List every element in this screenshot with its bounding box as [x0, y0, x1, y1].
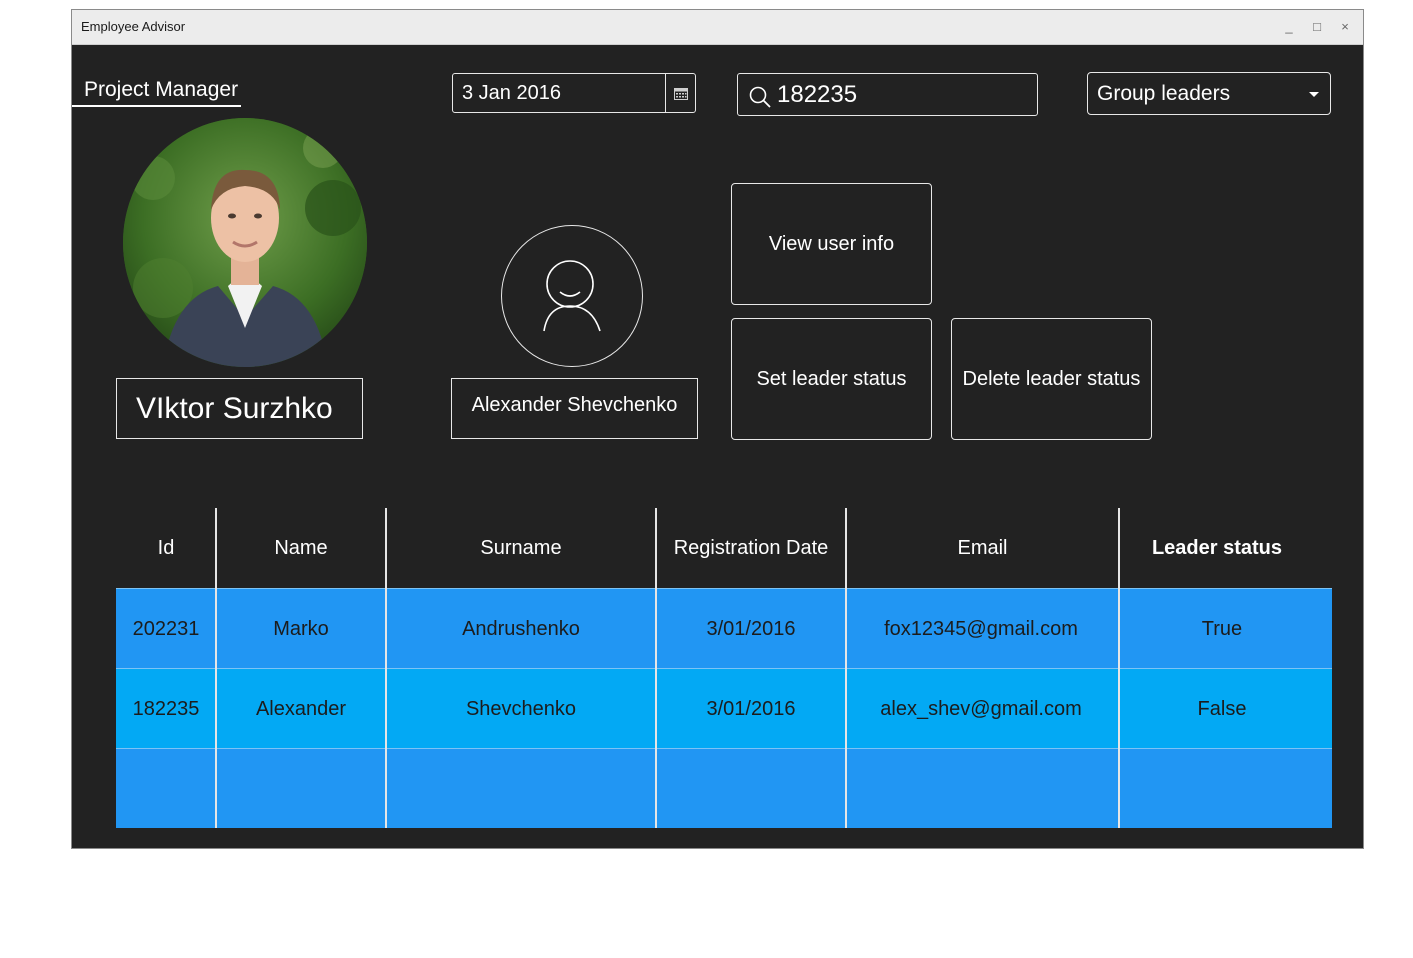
maximize-icon[interactable]: □ — [1308, 18, 1326, 36]
title-bar: Employee Advisor _ □ × — [72, 10, 1363, 45]
cell-name — [216, 749, 386, 829]
cell-leader-status: True — [1201, 617, 1243, 640]
column-divider — [1118, 508, 1120, 828]
column-divider — [215, 508, 217, 828]
cell-registration-date: 3/01/2016 — [706, 617, 796, 640]
column-divider — [845, 508, 847, 828]
group-select[interactable]: Group leaders — [1087, 72, 1331, 115]
cell-leader-status — [1119, 749, 1325, 829]
app-window: Employee Advisor _ □ × Project Manager 3… — [71, 9, 1364, 849]
cell-surname: Andrushenko — [462, 617, 580, 640]
role-label: Project Manager — [72, 75, 241, 107]
view-user-info-button[interactable]: View user info — [731, 183, 932, 305]
minimize-icon[interactable]: _ — [1280, 18, 1298, 36]
table-header: Id Name Surname Registration Date Email … — [116, 508, 1332, 588]
cell-name: Marko — [273, 617, 329, 640]
table-row[interactable]: 202231 Marko Andrushenko 3/01/2016 fox12… — [116, 588, 1332, 668]
window-title: Employee Advisor — [81, 19, 186, 34]
cell-id — [116, 749, 216, 829]
cell-email: fox12345@gmail.com — [884, 617, 1078, 640]
date-picker[interactable]: 3 Jan 2016 — [452, 73, 696, 113]
column-header-leader-status[interactable]: Leader status — [1119, 508, 1315, 588]
column-header-surname[interactable]: Surname — [386, 508, 656, 588]
group-select-value[interactable]: Group leaders — [1097, 73, 1230, 114]
cell-surname — [386, 749, 656, 829]
cell-surname: Shevchenko — [465, 697, 577, 720]
cell-registration-date — [656, 749, 846, 829]
close-icon[interactable]: × — [1336, 18, 1354, 36]
profile-name: VIktor Surzhko — [116, 378, 363, 439]
chevron-down-icon[interactable] — [1309, 92, 1319, 97]
cell-email — [846, 749, 1116, 829]
employee-table: Id Name Surname Registration Date Email … — [116, 508, 1332, 828]
table-row-selected[interactable]: 182235 Alexander Shevchenko 3/01/2016 al… — [116, 668, 1332, 748]
cell-email: alex_shev@gmail.com — [880, 697, 1082, 720]
user-avatar-icon — [501, 225, 643, 367]
search-icon — [749, 86, 771, 108]
cell-id: 202231 — [132, 617, 200, 640]
cell-name: Alexander — [255, 697, 347, 720]
set-leader-status-button[interactable]: Set leader status — [731, 318, 932, 440]
column-header-name[interactable]: Name — [216, 508, 386, 588]
cell-id: 182235 — [132, 697, 200, 720]
column-header-registration-date[interactable]: Registration Date — [656, 508, 846, 588]
delete-leader-status-button[interactable]: Delete leader status — [951, 318, 1152, 440]
selected-user-name: Alexander Shevchenko — [451, 378, 698, 439]
search-input[interactable]: 182235 — [737, 73, 1038, 116]
profile-photo — [123, 118, 367, 367]
column-divider — [385, 508, 387, 828]
main-content: Project Manager 3 Jan 2016 182235 Group … — [72, 45, 1363, 850]
table-row-empty[interactable] — [116, 748, 1332, 828]
cell-leader-status: False — [1197, 697, 1247, 720]
column-header-id[interactable]: Id — [116, 508, 216, 588]
search-value[interactable]: 182235 — [777, 74, 857, 116]
date-value[interactable]: 3 Jan 2016 — [462, 74, 561, 112]
calendar-icon[interactable] — [665, 74, 695, 112]
cell-registration-date: 3/01/2016 — [706, 697, 796, 720]
column-header-email[interactable]: Email — [846, 508, 1119, 588]
column-divider — [655, 508, 657, 828]
